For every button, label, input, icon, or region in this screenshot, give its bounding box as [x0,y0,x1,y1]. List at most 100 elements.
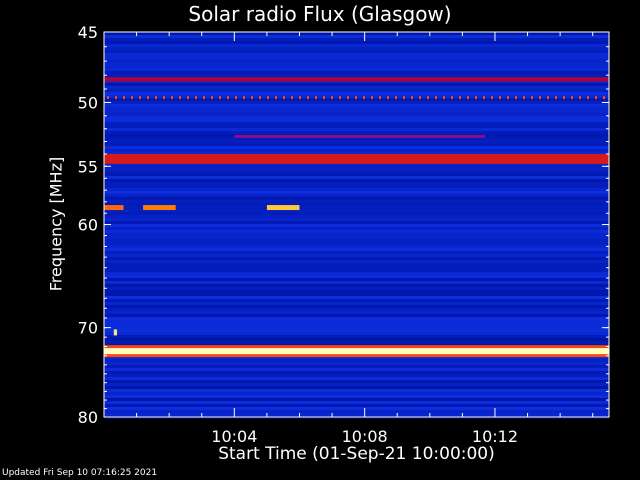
noise-row [104,332,609,335]
chart-title: Solar radio Flux (Glasgow) [188,2,452,26]
noise-row [104,323,609,326]
spectral-feature-dot [251,96,253,100]
spectral-feature-dot [363,96,365,100]
noise-row [104,401,609,404]
noise-row [104,140,609,143]
spectral-feature-dot [107,96,109,100]
noise-row [104,218,609,221]
noise-row [104,383,609,386]
spectral-feature [104,153,609,164]
noise-row [104,320,609,323]
noise-row [104,35,609,38]
noise-row [104,176,609,179]
spectrogram-chart: 455055607080 10:04 10:08 10:12 [78,23,610,446]
spectral-feature-dot [491,96,493,100]
spectral-feature-dot [507,96,509,100]
spectral-feature [104,348,609,355]
noise-row [104,128,609,131]
noise-row [104,203,609,206]
noise-row [104,311,609,314]
noise-row [104,143,609,146]
spectral-feature-dot [307,96,309,100]
noise-row [104,245,609,248]
noise-row [104,275,609,278]
spectral-feature-dot [227,96,229,100]
noise-row [104,302,609,305]
spectral-feature-dot [603,96,605,100]
spectral-feature-dot [123,96,125,100]
noise-row [104,56,609,59]
spectral-feature-dot [459,96,461,100]
spectral-feature-dot [579,96,581,100]
spectral-feature-dot [379,96,381,100]
noise-row [104,47,609,50]
spectral-feature-dot [139,96,141,100]
noise-row [104,125,609,128]
noise-row [104,194,609,197]
spectral-feature-dot [411,96,413,100]
noise-row [104,164,609,167]
noise-row [104,377,609,380]
spectral-feature-dot [171,96,173,100]
spectral-feature-dot [179,96,181,100]
noise-row [104,359,609,362]
noise-row [104,83,609,86]
noise-row [104,149,609,152]
x-axis-label: Start Time (01-Sep-21 10:00:00) [218,444,495,464]
noise-row [104,284,609,287]
spectral-feature-dot [163,96,165,100]
y-tick-label: 50 [78,94,98,113]
spectral-feature-dot [211,96,213,100]
spectral-feature-dot [115,96,117,100]
noise-row [104,329,609,332]
spectral-feature-dot [339,96,341,100]
noise-row [104,233,609,236]
noise-row [104,170,609,173]
spectral-feature-dot [587,96,589,100]
spectral-feature-dot [355,96,357,100]
noise-row [104,50,609,53]
noise-row [104,380,609,383]
spectral-feature [234,134,486,138]
noise-row [104,371,609,374]
spectral-feature-dot [299,96,301,100]
noise-row [104,248,609,251]
spectral-feature-dot [131,96,133,100]
spectral-feature-dot [451,96,453,100]
noise-row [104,281,609,284]
spectral-feature-dot [515,96,517,100]
noise-row [104,257,609,260]
noise-row [104,104,609,107]
noise-row [104,146,609,149]
spectral-feature-dot [539,96,541,100]
spectral-feature-dot [555,96,557,100]
y-tick-label: 80 [78,408,98,427]
noise-row [104,296,609,299]
spectral-feature-dot [475,96,477,100]
noise-row [104,71,609,74]
noise-row [104,254,609,257]
noise-row [104,335,609,338]
noise-row [104,38,609,41]
spectral-feature [104,77,609,82]
noise-row [104,59,609,62]
noise-row [104,392,609,395]
noise-row [104,191,609,194]
noise-row [104,374,609,377]
noise-row [104,404,609,407]
noise-row [104,239,609,242]
spectral-feature-dot [187,96,189,100]
spectral-feature-dot [203,96,205,100]
noise-row [104,389,609,392]
noise-row [104,182,609,185]
noise-row [104,224,609,227]
spectral-feature-dot [483,96,485,100]
noise-row [104,113,609,116]
spectral-feature [104,205,124,211]
spectral-feature-dot [571,96,573,100]
noise-row [104,227,609,230]
spectral-feature-dot [523,96,525,100]
spectral-feature-dot [595,96,597,100]
spectral-feature-dot [323,96,325,100]
spectral-feature-dot [547,96,549,100]
